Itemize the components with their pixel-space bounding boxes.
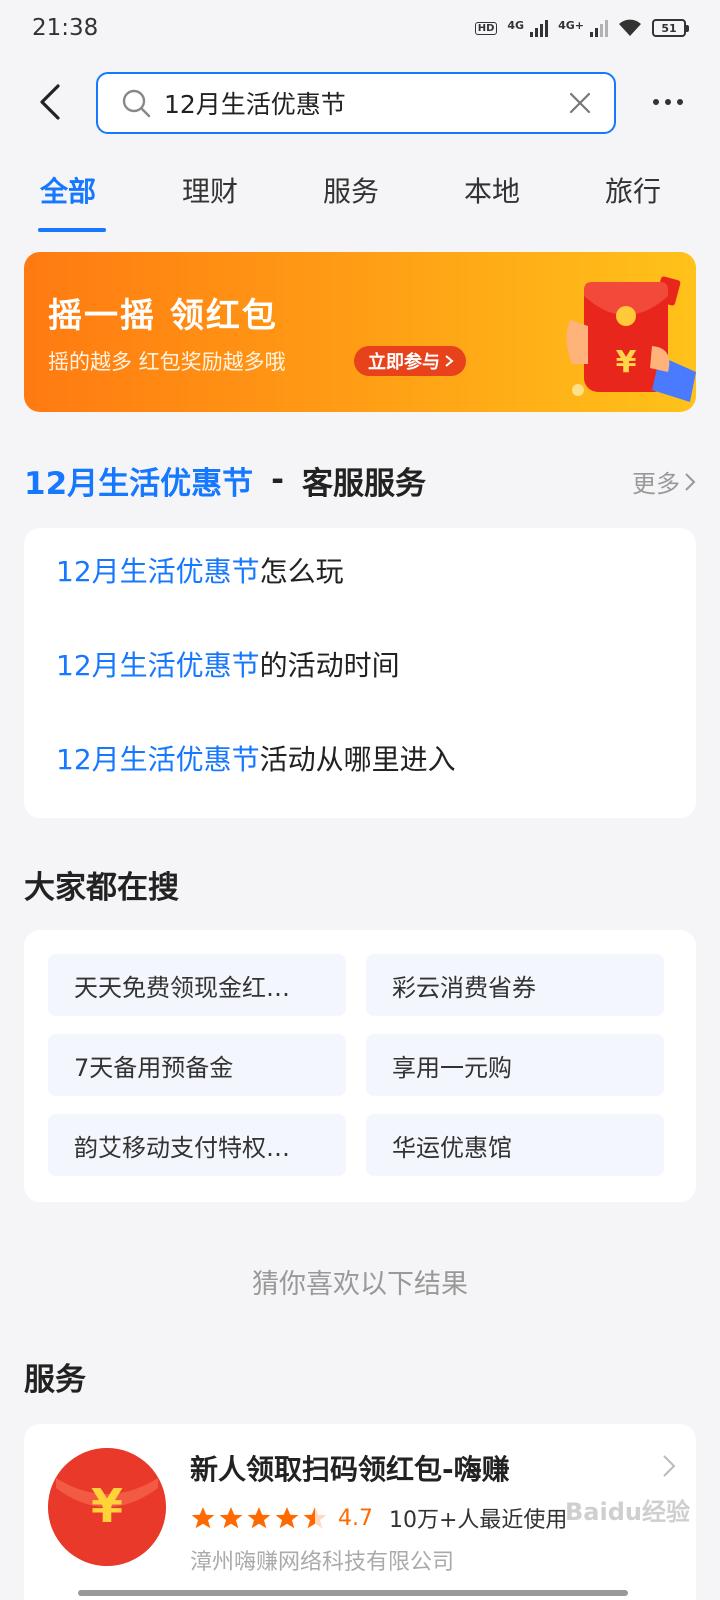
tab-finance[interactable]: 理财 — [182, 170, 238, 210]
banner-subtitle: 摇的越多 红包奖励越多哦 — [48, 350, 286, 374]
hot-search-chip[interactable]: 天天免费领现金红… — [48, 954, 346, 1016]
service-name: 新人领取扫码领红包-嗨赚 — [190, 1453, 510, 1486]
faq-text: 怎么玩 — [259, 555, 344, 588]
faq-keyword: 12月生活优惠节 — [56, 555, 260, 588]
red-envelope-hand-icon: ¥ — [566, 276, 696, 402]
back-button[interactable] — [26, 78, 74, 126]
faq-item[interactable]: 12月生活优惠节怎么玩 — [56, 550, 344, 590]
red-envelope-logo-icon: ¥ — [48, 1448, 166, 1566]
wifi-icon — [619, 19, 641, 36]
tab-all[interactable]: 全部 — [40, 170, 96, 210]
clear-search-button[interactable] — [560, 83, 600, 123]
tab-local[interactable]: 本地 — [464, 170, 520, 210]
close-icon — [569, 92, 591, 114]
star-icon — [219, 1507, 243, 1529]
guess-you-like-label: 猜你喜欢以下结果 — [252, 1269, 468, 1300]
chevron-right-icon — [445, 355, 454, 367]
customer-service-header: 12月生活优惠节 - 客服服务 更多 — [24, 456, 696, 504]
status-bar: 21:38 HD 4G 4G+ 51 — [0, 0, 720, 56]
banner-title: 摇一摇 领红包 — [48, 296, 278, 336]
more-options-button[interactable] — [640, 84, 696, 120]
hot-search-chip[interactable]: 享用一元购 — [366, 1034, 664, 1096]
search-header — [0, 70, 720, 134]
dot-icon — [665, 99, 671, 105]
faq-card: 12月生活优惠节怎么玩 12月生活优惠节的活动时间 12月生活优惠节活动从哪里进… — [24, 528, 696, 818]
dot-icon — [653, 99, 659, 105]
more-label: 更多 — [632, 470, 680, 498]
rating-score: 4.7 — [338, 1505, 373, 1531]
hot-search-title: 大家都在搜 — [24, 870, 179, 906]
hot-search-chip[interactable]: 韵艾移动支付特权… — [48, 1114, 346, 1176]
hot-search-chip[interactable]: 7天备用预备金 — [48, 1034, 346, 1096]
hd-icon: HD — [474, 21, 498, 35]
hot-search-card: 天天免费领现金红… 彩云消费省券 7天备用预备金 享用一元购 韵艾移动支付特权…… — [24, 930, 696, 1202]
faq-keyword: 12月生活优惠节 — [56, 743, 260, 776]
faq-keyword: 12月生活优惠节 — [56, 649, 260, 682]
star-icon — [275, 1507, 299, 1529]
network-type-1: 4G — [507, 19, 525, 32]
battery-icon: 51 — [652, 19, 689, 37]
services-title: 服务 — [24, 1362, 86, 1398]
faq-text: 的活动时间 — [259, 649, 400, 682]
star-icon — [191, 1507, 215, 1529]
join-now-label: 立即参与 — [368, 352, 440, 373]
usage-count: 10万+人最近使用 — [389, 1508, 568, 1533]
search-input[interactable] — [164, 88, 560, 118]
dot-icon — [677, 99, 683, 105]
faq-item[interactable]: 12月生活优惠节的活动时间 — [56, 644, 400, 684]
tab-travel[interactable]: 旅行 — [605, 170, 661, 210]
hot-search-chip[interactable]: 华运优惠馆 — [366, 1114, 664, 1176]
svg-text:¥: ¥ — [616, 345, 637, 380]
section-keyword: 12月生活优惠节 — [24, 465, 254, 502]
status-icons: HD 4G 4G+ 51 — [474, 19, 689, 37]
back-arrow-icon — [40, 84, 60, 120]
hot-search-chip[interactable]: 彩云消费省券 — [366, 954, 664, 1016]
faq-text: 活动从哪里进入 — [259, 743, 456, 776]
status-time: 21:38 — [32, 15, 99, 41]
chevron-right-icon — [685, 472, 696, 491]
network-type-2: 4G+ — [558, 19, 584, 32]
signal-icon-2 — [590, 19, 608, 37]
rating-row: 4.7 10万+人最近使用 — [190, 1502, 567, 1534]
star-icon — [247, 1507, 271, 1529]
category-tabs: 全部 理财 服务 本地 旅行 — [0, 160, 720, 236]
svg-text:¥: ¥ — [91, 1479, 123, 1533]
search-box[interactable] — [96, 72, 616, 134]
half-star-icon — [303, 1507, 327, 1529]
section-separator: - — [271, 462, 285, 498]
faq-item[interactable]: 12月生活优惠节活动从哪里进入 — [56, 738, 456, 778]
section-title: 客服服务 — [302, 465, 427, 502]
more-link[interactable]: 更多 — [632, 464, 696, 499]
home-indicator[interactable] — [78, 1590, 628, 1596]
company-name: 漳州嗨赚网络科技有限公司 — [190, 1550, 455, 1575]
search-icon — [122, 89, 151, 118]
chevron-right-icon — [663, 1455, 676, 1477]
join-now-button[interactable]: 立即参与 — [354, 346, 466, 376]
baidu-watermark: Baidu经验 — [565, 1498, 690, 1526]
tab-services[interactable]: 服务 — [323, 170, 379, 210]
active-tab-indicator — [38, 228, 106, 232]
promo-banner[interactable]: 摇一摇 领红包 摇的越多 红包奖励越多哦 立即参与 ¥ — [24, 252, 696, 412]
signal-icon — [530, 19, 549, 37]
